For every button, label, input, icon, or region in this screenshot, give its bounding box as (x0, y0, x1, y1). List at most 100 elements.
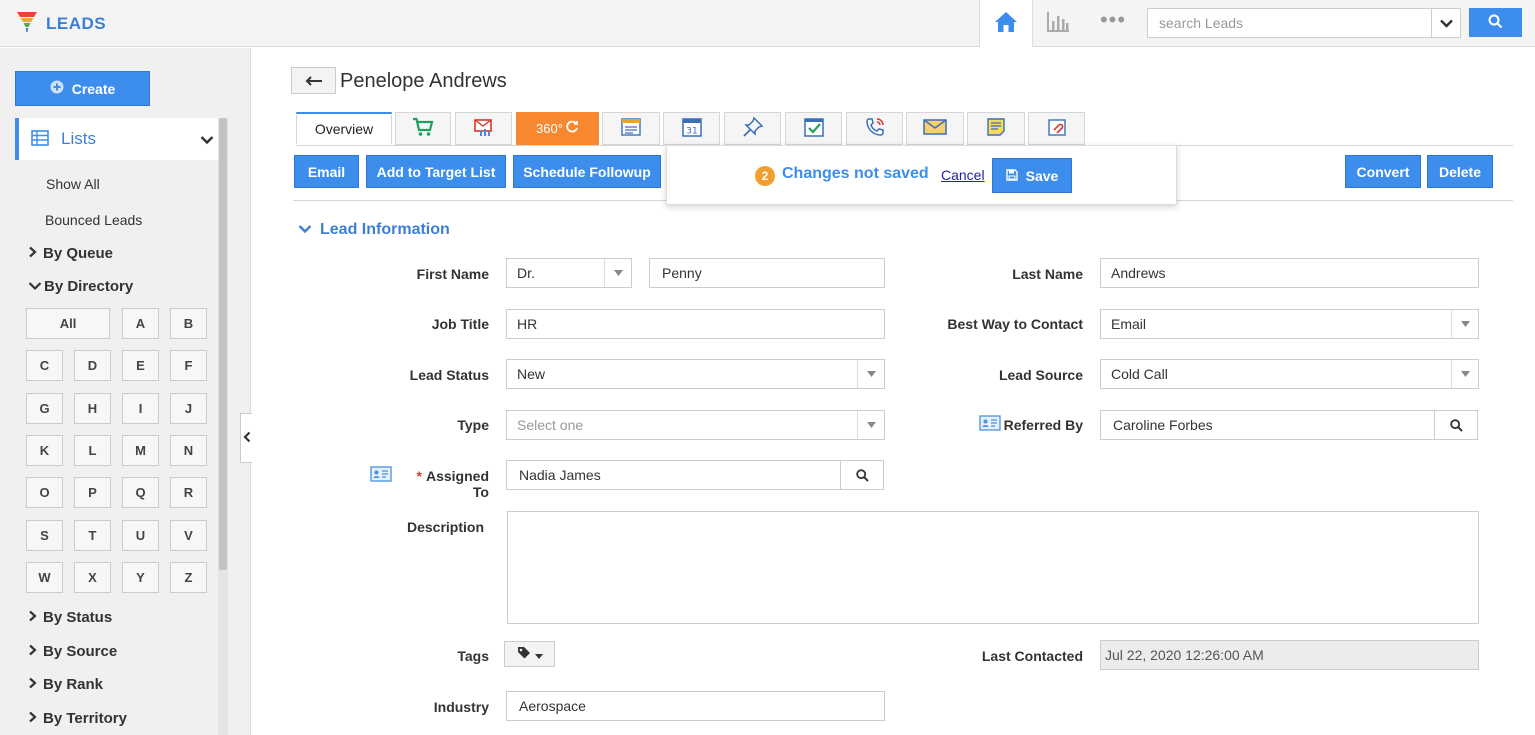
letter-filter-d[interactable]: D (74, 350, 111, 381)
convert-button[interactable]: Convert (1345, 155, 1421, 188)
letter-filter-u[interactable]: U (122, 520, 159, 551)
page-title: Penelope Andrews (340, 70, 507, 92)
lead-status-select[interactable]: New (506, 359, 885, 389)
tab-products[interactable] (395, 112, 451, 145)
assigned-to-field[interactable]: Nadia James (506, 460, 884, 490)
letter-filter-j[interactable]: J (170, 393, 207, 424)
tab-emails[interactable] (906, 112, 964, 145)
letter-filter-n[interactable]: N (170, 435, 207, 466)
letter-filter-v[interactable]: V (170, 520, 207, 551)
first-name-field[interactable]: Penny (649, 258, 885, 288)
tab-campaigns[interactable] (455, 112, 512, 145)
search-icon (1449, 418, 1463, 432)
sidebar-group-status[interactable]: By Status (28, 609, 112, 626)
letter-filter-a[interactable]: A (122, 308, 159, 339)
letter-filter-p[interactable]: P (74, 477, 111, 508)
referred-by-field[interactable]: Caroline Forbes (1100, 410, 1478, 440)
sidebar-item-show-all[interactable]: Show All (46, 176, 100, 192)
reports-button[interactable] (1044, 10, 1072, 36)
referred-by-label: Referred By (1003, 417, 1083, 433)
sidebar-group-source[interactable]: By Source (28, 643, 117, 660)
letter-filter-l[interactable]: L (74, 435, 111, 466)
home-button[interactable] (979, 0, 1033, 47)
tab-calls[interactable] (846, 112, 903, 145)
collapse-sidebar-button[interactable] (240, 413, 252, 463)
letter-filter-e[interactable]: E (122, 350, 159, 381)
letter-filter-c[interactable]: C (26, 350, 63, 381)
lead-source-select[interactable]: Cold Call (1100, 359, 1479, 389)
tab-attachments[interactable] (1028, 112, 1085, 145)
app-logo[interactable]: LEADS (16, 10, 106, 37)
chevron-right-icon (28, 245, 37, 262)
type-select[interactable]: Select one (506, 410, 885, 440)
sidebar-group-directory[interactable]: By Directory (28, 278, 133, 295)
tab-pin[interactable] (724, 112, 781, 145)
tab-overview[interactable]: Overview (296, 112, 392, 145)
tags-button[interactable] (504, 641, 555, 667)
add-to-target-list-button[interactable]: Add to Target List (366, 155, 506, 188)
sidebar-item-bounced-leads[interactable]: Bounced Leads (45, 212, 142, 228)
referred-by-lookup-button[interactable] (1434, 411, 1477, 439)
section-title: Lead Information (320, 221, 450, 238)
sticky-note-icon (985, 116, 1007, 141)
email-button[interactable]: Email (294, 155, 359, 188)
letter-filter-w[interactable]: W (26, 562, 63, 593)
contact-card-icon[interactable] (979, 415, 1001, 434)
salutation-select[interactable]: Dr. (506, 258, 632, 288)
letter-filter-o[interactable]: O (26, 477, 63, 508)
tab-calendar[interactable]: 31 (663, 112, 720, 145)
job-title-label: Job Title (431, 316, 489, 332)
floppy-disk-icon (1005, 168, 1018, 184)
sidebar-scrollbar-thumb[interactable] (219, 118, 227, 570)
letter-filter-h[interactable]: H (74, 393, 111, 424)
letter-filter-y[interactable]: Y (122, 562, 159, 593)
chevron-down-icon (298, 221, 312, 239)
letter-filter-i[interactable]: I (122, 393, 159, 424)
chevron-right-icon (28, 643, 37, 660)
search-input[interactable] (1148, 9, 1432, 37)
letter-filter-z[interactable]: Z (170, 562, 207, 593)
sidebar-group-queue[interactable]: By Queue (28, 245, 113, 262)
lead-source-label: Lead Source (998, 367, 1083, 383)
description-label: Description (406, 519, 484, 535)
letter-filter-k[interactable]: K (26, 435, 63, 466)
cancel-link[interactable]: Cancel (941, 167, 985, 183)
letter-filter-x[interactable]: X (74, 562, 111, 593)
lists-header[interactable]: Lists (15, 118, 218, 160)
letter-filter-q[interactable]: Q (122, 477, 159, 508)
best-way-to-contact-select[interactable]: Email (1100, 309, 1479, 339)
industry-field[interactable]: Aerospace (506, 691, 885, 721)
lead-information-section-toggle[interactable]: Lead Information (298, 221, 450, 239)
sidebar-scrollbar[interactable] (218, 118, 228, 735)
letter-filter-all[interactable]: All (26, 308, 110, 339)
top-bar: LEADS ••• (0, 0, 1535, 47)
back-button[interactable] (291, 67, 336, 94)
last-name-field[interactable]: Andrews (1100, 258, 1479, 288)
shopping-cart-icon (412, 117, 434, 140)
more-button[interactable]: ••• (1096, 9, 1130, 36)
job-title-field[interactable]: HR (506, 309, 885, 339)
search-button[interactable] (1469, 8, 1522, 37)
letter-filter-r[interactable]: R (170, 477, 207, 508)
plus-circle-icon (50, 80, 64, 97)
letter-filter-b[interactable]: B (170, 308, 207, 339)
letter-filter-m[interactable]: M (122, 435, 159, 466)
letter-filter-g[interactable]: G (26, 393, 63, 424)
letter-filter-t[interactable]: T (74, 520, 111, 551)
tab-notes[interactable] (602, 112, 660, 145)
letter-filter-f[interactable]: F (170, 350, 207, 381)
save-button[interactable]: Save (992, 158, 1072, 193)
schedule-followup-button[interactable]: Schedule Followup (513, 155, 661, 188)
delete-button[interactable]: Delete (1427, 155, 1493, 188)
assigned-to-lookup-button[interactable] (840, 461, 883, 489)
search-dropdown-button[interactable] (1431, 9, 1460, 37)
sidebar-group-rank[interactable]: By Rank (28, 676, 103, 693)
tab-sticky-notes[interactable] (967, 112, 1025, 145)
contact-card-icon[interactable] (370, 466, 392, 485)
tab-360-view[interactable]: 360° (516, 112, 599, 145)
sidebar-group-territory[interactable]: By Territory (28, 710, 127, 727)
tab-tasks[interactable] (785, 112, 842, 145)
letter-filter-s[interactable]: S (26, 520, 63, 551)
create-button[interactable]: Create (15, 71, 150, 106)
description-textarea[interactable] (507, 511, 1479, 624)
